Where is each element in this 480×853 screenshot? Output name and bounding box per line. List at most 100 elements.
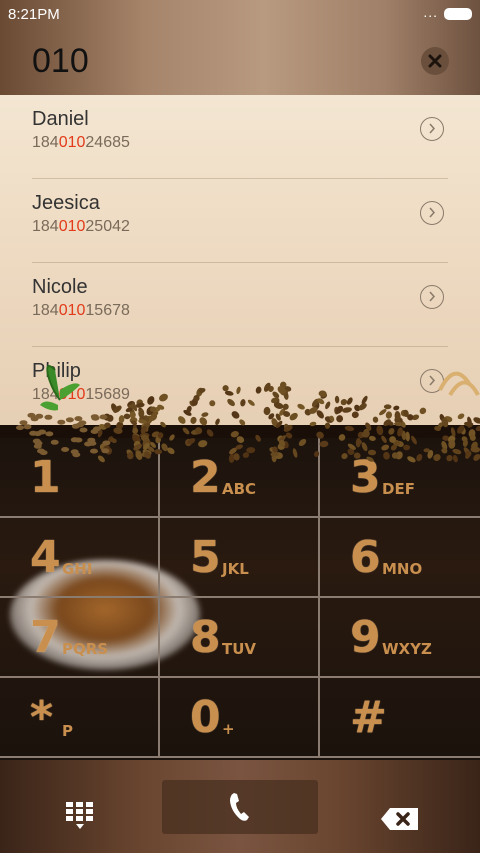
- coffee-bean: [240, 399, 246, 407]
- coffee-bean: [368, 435, 376, 441]
- contact-number: 18401025042: [32, 218, 130, 235]
- contact-row[interactable]: Nicole 18401015678: [32, 263, 448, 347]
- key-letters: ABC: [222, 480, 257, 498]
- coffee-bean: [222, 385, 229, 392]
- dial-input[interactable]: 010: [32, 42, 89, 81]
- contact-number: 18401015678: [32, 302, 130, 319]
- key-digit: 0: [190, 692, 221, 743]
- sprout-leaf: [46, 365, 61, 401]
- coffee-bean: [57, 419, 66, 425]
- contact-name: Jeesica: [32, 192, 100, 214]
- coffee-bean: [35, 413, 44, 419]
- coffee-bean: [338, 434, 346, 441]
- contact-row[interactable]: Jeesica 18401025042: [32, 179, 448, 263]
- coffee-bean: [215, 418, 220, 426]
- key-digit: 6: [350, 532, 381, 583]
- contact-number: 18401024685: [32, 134, 130, 151]
- coffee-bean: [407, 456, 416, 463]
- key-hash[interactable]: #: [320, 678, 480, 758]
- coffee-bean: [324, 422, 331, 429]
- coffee-bean: [159, 393, 168, 402]
- key-digit: 8: [190, 612, 221, 663]
- coffee-bean: [201, 412, 209, 417]
- coffee-bean: [231, 411, 240, 419]
- coffee-bean: [316, 431, 324, 439]
- coffee-bean: [45, 431, 54, 437]
- key-7[interactable]: 7 PQRS: [0, 598, 160, 678]
- coffee-bean: [236, 386, 241, 395]
- call-button[interactable]: [162, 780, 318, 834]
- coffee-bean: [102, 440, 111, 446]
- clear-input-button[interactable]: [421, 47, 449, 75]
- keypad-grid-icon: [66, 802, 93, 829]
- coffee-bean: [340, 399, 348, 406]
- dial-keypad: 1 2 ABC 3 DEF 4 GHI 5 JKL 6 MNO 7 PQRS 8 TUV 9 WXYZ * P 0 + #: [0, 438, 480, 760]
- contact-name: Daniel: [32, 108, 89, 130]
- coffee-bean: [385, 411, 393, 419]
- coffee-bean: [199, 417, 208, 426]
- coffee-bean: [351, 411, 359, 419]
- key-digit: 5: [190, 532, 221, 583]
- coffee-bean: [255, 434, 261, 442]
- key-4[interactable]: 4 GHI: [0, 518, 160, 598]
- contact-detail-button[interactable]: [420, 117, 444, 141]
- coffee-bean: [283, 424, 293, 432]
- coffee-bean: [341, 453, 348, 460]
- key-digit: 9: [350, 612, 381, 663]
- coffee-bean: [160, 421, 166, 428]
- coffee-bean: [366, 456, 374, 462]
- coffee-bean: [263, 406, 271, 416]
- coffee-bean: [101, 448, 110, 454]
- key-0[interactable]: 0 +: [160, 678, 320, 758]
- coffee-bean: [473, 453, 480, 461]
- keypad-toggle-button[interactable]: [64, 800, 96, 835]
- coffee-bean: [353, 452, 361, 459]
- coffee-bean: [147, 396, 155, 405]
- coffee-bean: [411, 435, 417, 445]
- coffee-bean: [79, 427, 88, 433]
- contact-detail-button[interactable]: [420, 285, 444, 309]
- coffee-bean: [70, 437, 79, 443]
- key-letters: GHI: [62, 560, 93, 578]
- coffee-beans-decoration: [16, 365, 480, 463]
- wheat-icon: [438, 371, 480, 397]
- coffee-bean: [376, 425, 384, 436]
- backspace-icon: [381, 808, 418, 830]
- key-5[interactable]: 5 JKL: [160, 518, 320, 598]
- sprout-leaf: [40, 401, 58, 411]
- key-letters: DEF: [382, 480, 415, 498]
- chevron-right-icon: [429, 291, 436, 302]
- backspace-button[interactable]: [380, 806, 420, 837]
- status-bar: 8:21PM ...: [0, 0, 480, 28]
- contact-name: Nicole: [32, 276, 88, 298]
- coffee-bean: [206, 429, 214, 437]
- coffee-bean: [178, 416, 186, 424]
- key-star[interactable]: * P: [0, 678, 160, 758]
- coffee-bean: [90, 448, 98, 454]
- coffee-bean: [393, 405, 400, 411]
- coffee-bean: [99, 414, 108, 420]
- coffee-bean: [342, 407, 352, 413]
- coffee-bean: [61, 447, 70, 452]
- key-letters: WXYZ: [382, 640, 432, 658]
- key-6[interactable]: 6 MNO: [320, 518, 480, 598]
- coffee-bean: [416, 453, 423, 462]
- coffee-bean: [70, 449, 79, 455]
- coffee-bean: [239, 419, 246, 426]
- coffee-bean: [314, 451, 320, 457]
- phone-icon: [230, 793, 249, 821]
- key-8[interactable]: 8 TUV: [160, 598, 320, 678]
- coffee-bean: [334, 395, 340, 404]
- contact-row[interactable]: Daniel 18401024685: [32, 95, 448, 179]
- coffee-bean: [355, 437, 361, 448]
- coffee-bean: [19, 420, 28, 426]
- key-letters: PQRS: [62, 640, 109, 658]
- coffee-bean: [76, 422, 84, 428]
- contact-detail-button[interactable]: [420, 201, 444, 225]
- coffee-bean: [292, 448, 298, 458]
- key-letters: MNO: [382, 560, 423, 578]
- coffee-bean: [88, 440, 97, 446]
- key-9[interactable]: 9 WXYZ: [320, 598, 480, 678]
- coffee-bean: [475, 425, 480, 432]
- key-letters: P: [62, 722, 73, 740]
